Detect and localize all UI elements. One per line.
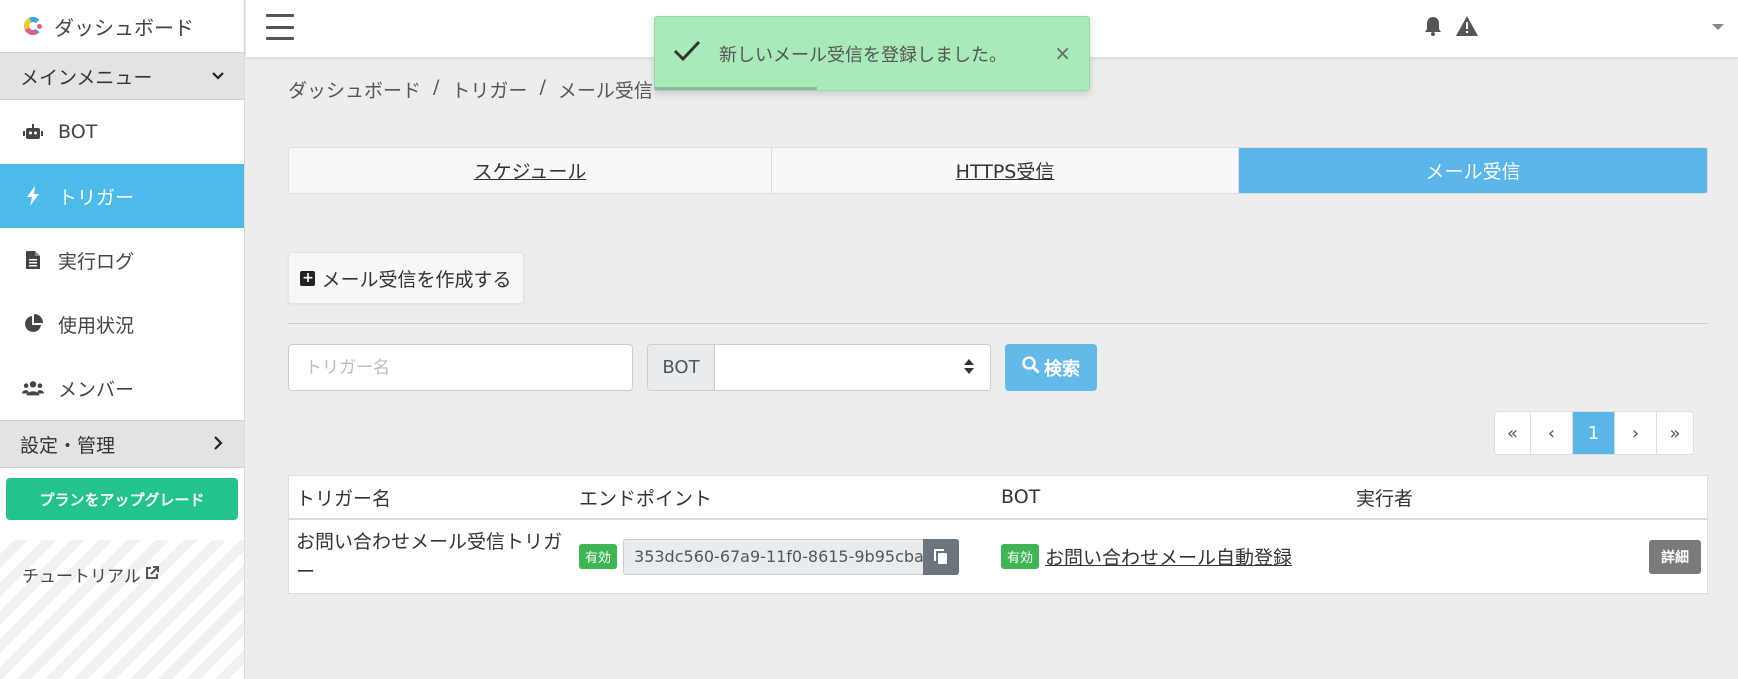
- search-button-label: 検索: [1044, 358, 1080, 380]
- page-prev-button[interactable]: ‹: [1531, 412, 1573, 454]
- search-icon: [1022, 356, 1040, 379]
- sidebar-item-label: メンバー: [58, 378, 135, 401]
- header-endpoint: エンドポイント: [579, 487, 713, 510]
- chevron-right-icon: [212, 433, 224, 455]
- trigger-name-input[interactable]: [288, 344, 633, 391]
- chevron-down-icon: [212, 65, 224, 87]
- select-arrows-icon: [964, 359, 974, 374]
- bot-link[interactable]: お問い合わせメール自動登録: [1045, 543, 1292, 570]
- sidebar-item-label: 実行ログ: [58, 250, 135, 273]
- bolt-icon: [22, 186, 44, 206]
- bot-filter-label: BOT: [648, 345, 715, 390]
- tab-schedule[interactable]: スケジュール: [289, 148, 772, 193]
- breadcrumb-current: メール受信: [557, 80, 653, 102]
- hamburger-menu-icon[interactable]: [266, 14, 294, 40]
- header-bot: BOT: [1001, 486, 1041, 508]
- breadcrumb: ダッシュボード / トリガー / メール受信: [288, 76, 653, 103]
- warning-icon[interactable]: [1456, 16, 1478, 40]
- tab-mail[interactable]: メール受信: [1239, 148, 1707, 193]
- pagination: « ‹ 1 › »: [1494, 411, 1694, 455]
- sidebar-item-label: トリガー: [58, 186, 135, 209]
- divider: [288, 323, 1708, 324]
- header-trigger-name: トリガー名: [296, 487, 392, 510]
- trigger-table: トリガー名 エンドポイント BOT 実行者 お問い合わせメール受信トリガー 有効…: [288, 475, 1708, 594]
- page-last-button[interactable]: »: [1657, 412, 1693, 454]
- bell-icon[interactable]: [1424, 16, 1442, 40]
- brand-label: ダッシュボード: [54, 15, 194, 40]
- pie-chart-icon: [22, 314, 44, 334]
- brand-logo-icon: [21, 14, 45, 38]
- file-icon: [22, 251, 44, 269]
- tutorial-link[interactable]: チュートリアル: [22, 562, 159, 587]
- user-menu-caret-icon[interactable]: [1712, 24, 1724, 30]
- bot-status-badge: 有効: [1001, 544, 1040, 569]
- endpoint-value[interactable]: 353dc560-67a9-11f0-8615-9b95cbae: [623, 538, 924, 575]
- sidebar-item-log[interactable]: 実行ログ: [0, 228, 244, 292]
- robot-icon: [22, 124, 44, 140]
- copy-icon: [934, 548, 948, 564]
- tab-https[interactable]: HTTPS受信: [772, 148, 1239, 193]
- external-link-icon: [145, 565, 159, 585]
- bot-select[interactable]: [715, 345, 990, 390]
- sidebar-item-usage[interactable]: 使用状況: [0, 292, 244, 356]
- table-row: お問い合わせメール受信トリガー 有効 353dc560-67a9-11f0-86…: [289, 520, 1707, 593]
- sidebar-item-trigger[interactable]: トリガー: [0, 164, 244, 228]
- page-next-button[interactable]: ›: [1615, 412, 1657, 454]
- breadcrumb-trigger[interactable]: トリガー: [451, 76, 527, 103]
- sidebar-brand[interactable]: ダッシュボード: [0, 0, 244, 52]
- page-current[interactable]: 1: [1573, 412, 1615, 454]
- breadcrumb-separator: /: [539, 76, 546, 98]
- breadcrumb-separator: /: [433, 76, 440, 98]
- main-menu-section[interactable]: メインメニュー: [0, 52, 244, 100]
- toast-message: 新しいメール受信を登録しました。: [719, 44, 1007, 66]
- row-trigger-name: お問い合わせメール受信トリガー: [296, 530, 563, 583]
- create-mail-trigger-button[interactable]: + メール受信を作成する: [288, 252, 524, 304]
- upgrade-plan-button[interactable]: プランをアップグレード: [6, 478, 238, 520]
- check-icon: [673, 40, 701, 67]
- tutorial-label: チュートリアル: [22, 567, 141, 587]
- sidebar-item-label: BOT: [58, 121, 98, 143]
- create-button-label: メール受信を作成する: [321, 268, 512, 291]
- header-executor: 実行者: [1356, 487, 1414, 510]
- endpoint-status-badge: 有効: [579, 544, 618, 569]
- sidebar-pattern: [0, 540, 244, 679]
- copy-endpoint-button[interactable]: [923, 538, 960, 575]
- main-menu-label: メインメニュー: [20, 66, 153, 89]
- table-header: トリガー名 エンドポイント BOT 実行者: [289, 476, 1707, 520]
- settings-section[interactable]: 設定・管理: [0, 420, 244, 468]
- sidebar-item-label: 使用状況: [58, 314, 135, 337]
- detail-button[interactable]: 詳細: [1649, 540, 1701, 574]
- plus-square-icon: +: [300, 269, 316, 286]
- toast-close-button[interactable]: ×: [1054, 41, 1071, 65]
- page-first-button[interactable]: «: [1495, 412, 1531, 454]
- trigger-tabs: スケジュール HTTPS受信 メール受信: [288, 147, 1708, 194]
- success-toast: 新しいメール受信を登録しました。 ×: [654, 16, 1090, 91]
- breadcrumb-dashboard[interactable]: ダッシュボード: [288, 76, 421, 103]
- bot-filter: BOT: [647, 344, 991, 391]
- sidebar-item-members[interactable]: メンバー: [0, 356, 244, 420]
- toast-progress-bar: [655, 87, 817, 90]
- sidebar: ダッシュボード メインメニュー BOT トリガー 実行ログ 使用状況 メンバー …: [0, 0, 245, 679]
- users-icon: [22, 380, 44, 396]
- settings-label: 設定・管理: [20, 434, 116, 457]
- search-button[interactable]: 検索: [1005, 344, 1097, 391]
- endpoint-field: 353dc560-67a9-11f0-8615-9b95cbae: [623, 538, 960, 575]
- sidebar-item-bot[interactable]: BOT: [0, 100, 244, 164]
